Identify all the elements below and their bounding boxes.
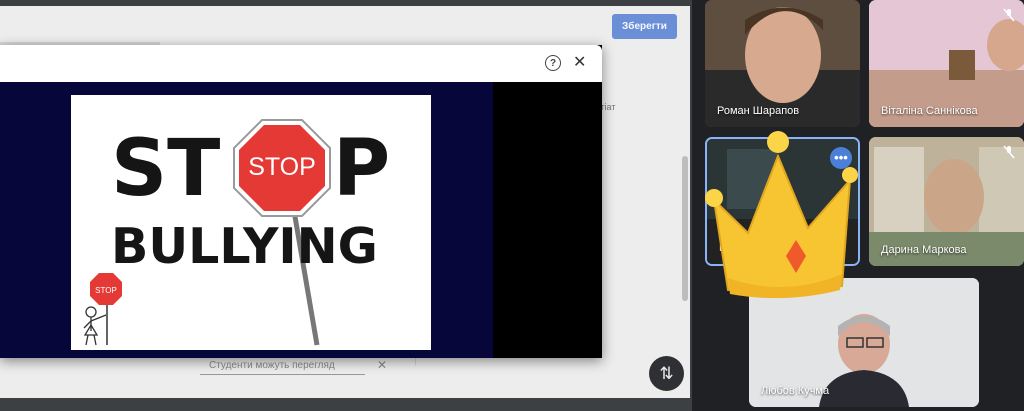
scrollbar[interactable] bbox=[682, 156, 688, 301]
students-view-dropdown[interactable]: Студенти можуть перегляд bbox=[209, 360, 335, 371]
remove-icon[interactable]: ✕ bbox=[377, 358, 387, 372]
participant-name: Роман Шарапов bbox=[717, 105, 800, 117]
help-icon[interactable]: ? bbox=[545, 55, 561, 71]
poster-p-text: P bbox=[333, 124, 390, 214]
image-preview-dialog: ? ✕ ST STOP P BULLYING STOP bbox=[0, 45, 602, 358]
small-stop-text: STOP bbox=[95, 286, 117, 295]
participant-name: Віталіна Саннікова bbox=[881, 105, 978, 117]
mic-off-icon bbox=[1003, 145, 1015, 159]
participant-tile[interactable]: Роман Шарапов bbox=[705, 0, 860, 127]
crown-reaction-icon bbox=[705, 131, 858, 299]
participant-tile[interactable]: Віталіна Саннікова bbox=[869, 0, 1024, 127]
dialog-header: ? ✕ bbox=[0, 45, 602, 82]
figure-head bbox=[85, 306, 97, 318]
shared-screen: Зберегти лагіат Студенти можуть перегляд… bbox=[0, 0, 692, 411]
participant-name: Любов Кучма bbox=[761, 385, 830, 397]
stop-bullying-poster: ST STOP P BULLYING STOP bbox=[71, 95, 431, 350]
field-underline bbox=[200, 374, 365, 375]
mic-off-icon bbox=[1003, 8, 1015, 22]
poster-stop-text: ST bbox=[111, 124, 220, 214]
poster-art: ST STOP P BULLYING STOP bbox=[83, 119, 390, 346]
participant-name: Дарина Маркова bbox=[881, 244, 967, 256]
close-icon[interactable]: ✕ bbox=[573, 52, 586, 72]
poster-bullying-text: BULLYING bbox=[111, 218, 378, 275]
participant-tile[interactable]: Дарина Маркова bbox=[869, 137, 1024, 266]
reposition-button[interactable]: ⇅ bbox=[649, 356, 684, 391]
save-button[interactable]: Зберегти bbox=[612, 14, 677, 39]
stop-sign-text: STOP bbox=[248, 153, 316, 181]
